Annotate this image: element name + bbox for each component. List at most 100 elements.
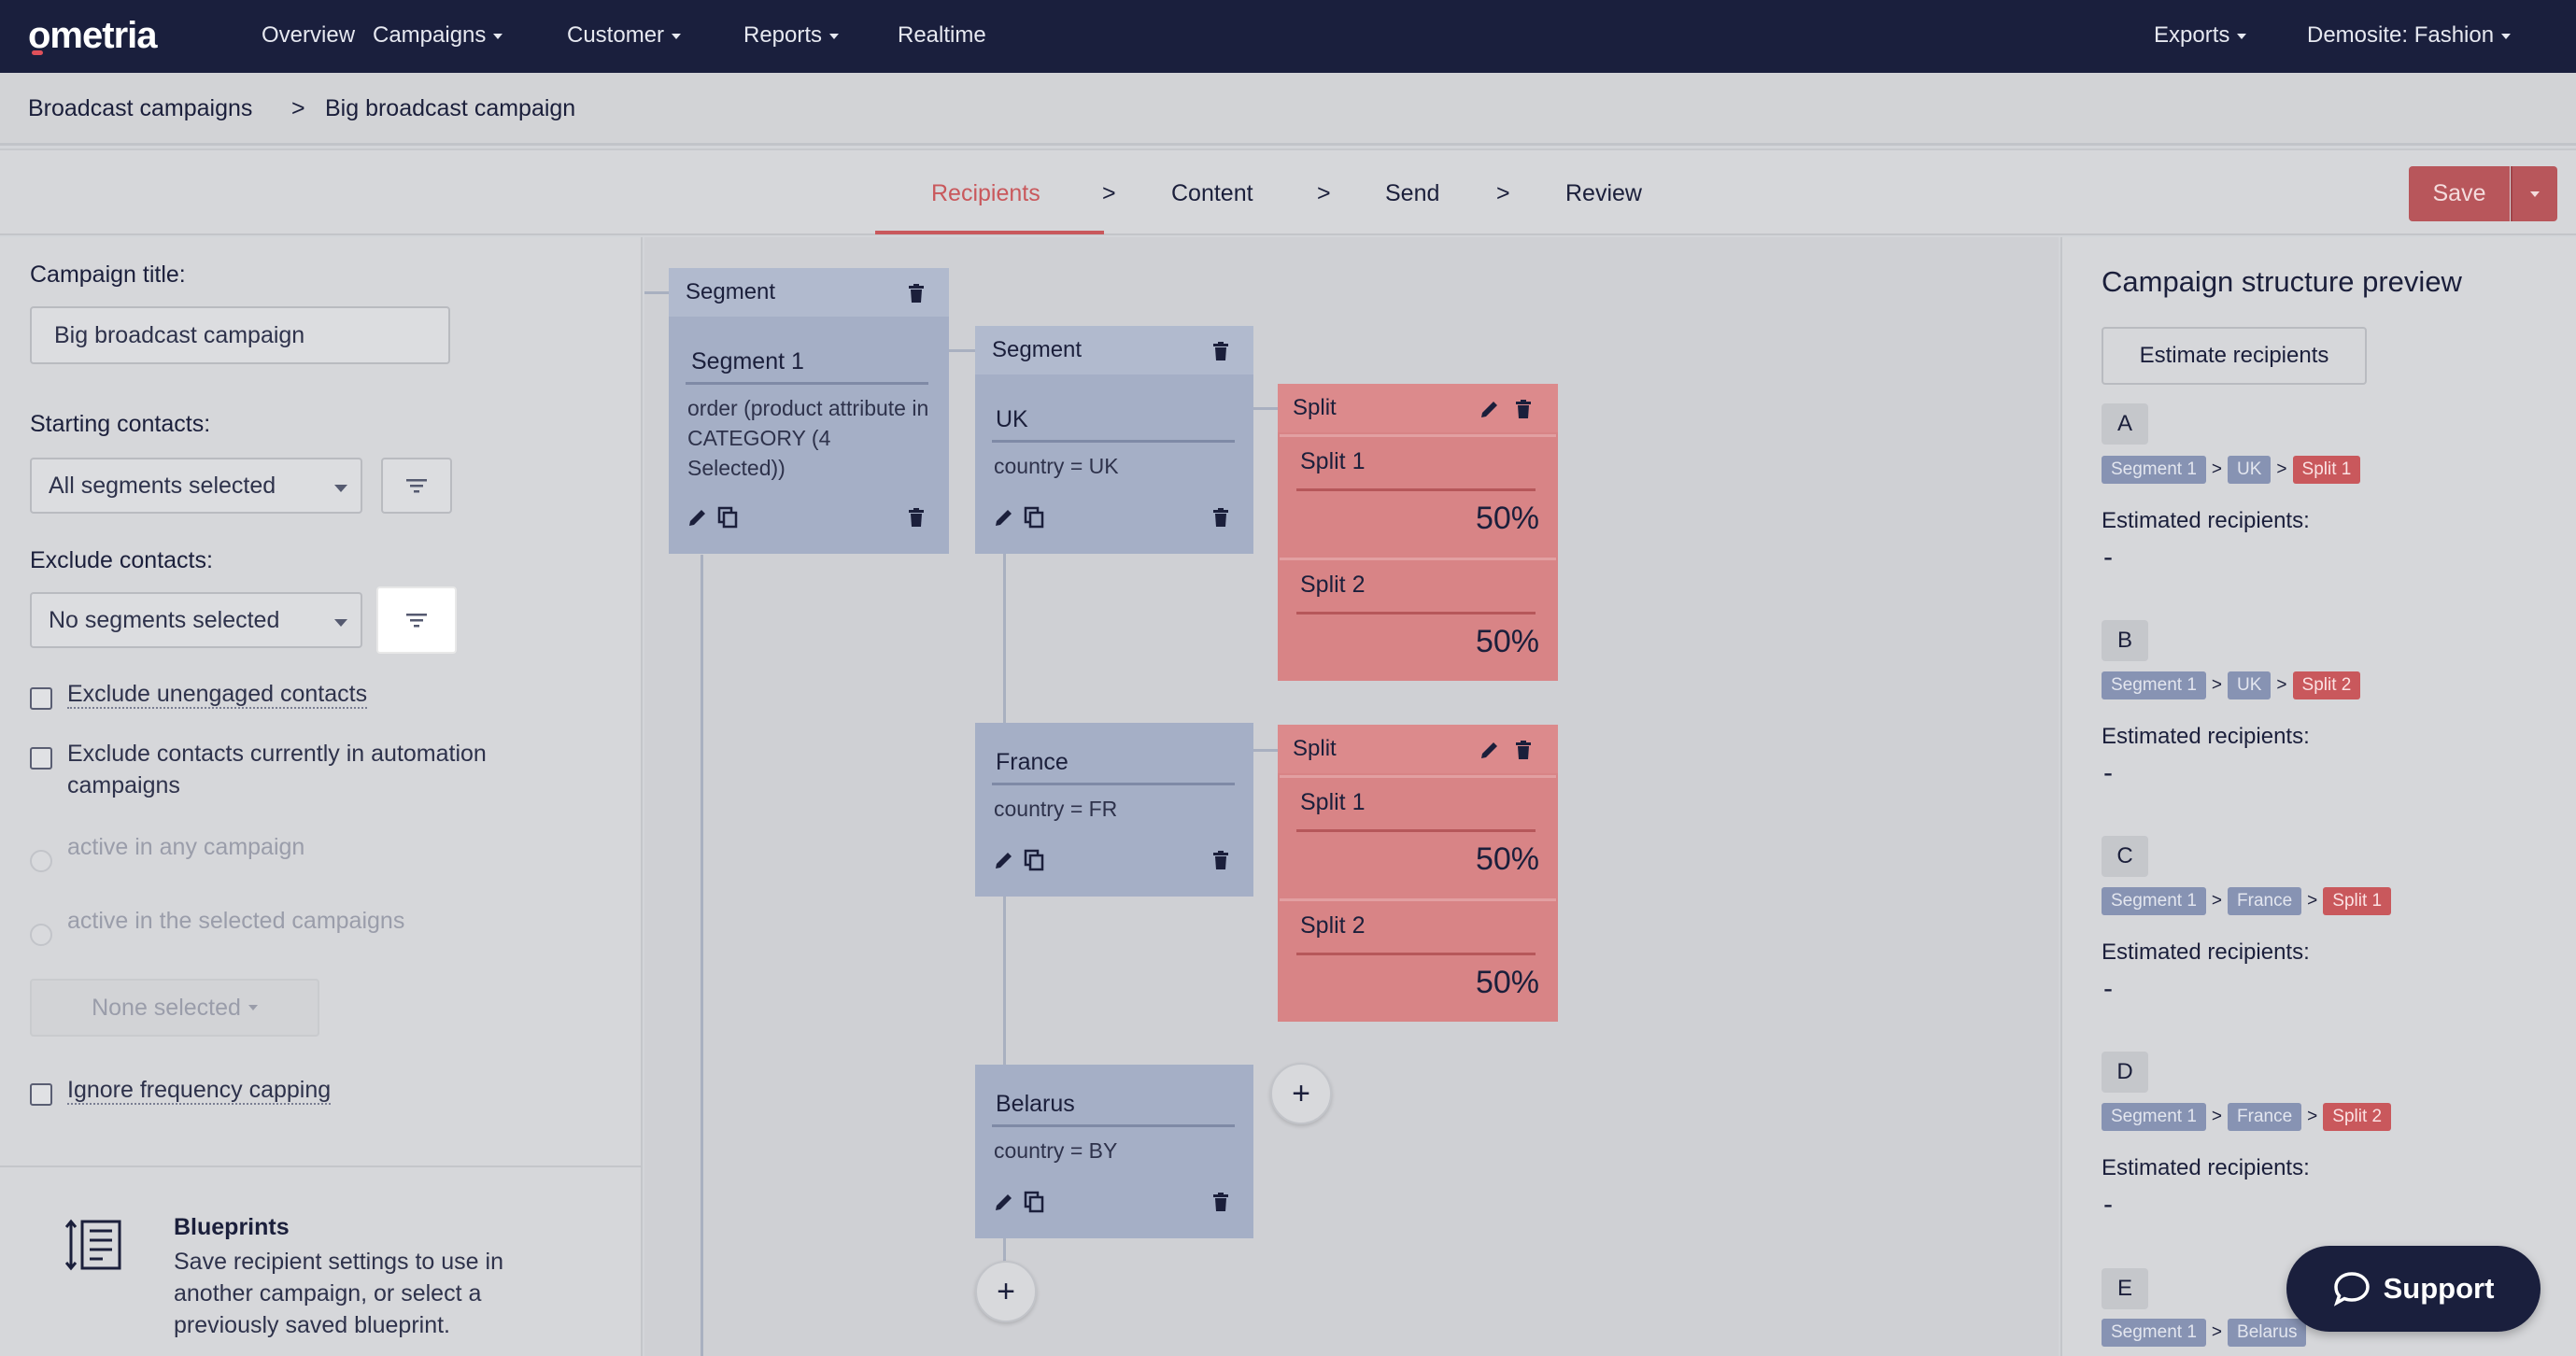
split-percent: 50% <box>1475 965 1539 1000</box>
copy-icon[interactable] <box>1024 849 1044 871</box>
add-segment-button[interactable]: + <box>975 1261 1037 1322</box>
ometria-logo[interactable]: ometria <box>28 15 157 57</box>
trash-icon[interactable] <box>1212 1193 1229 1211</box>
path-tag: Segment 1 <box>2102 671 2206 699</box>
nav-campaigns[interactable]: Campaigns <box>373 22 503 49</box>
trash-icon[interactable] <box>908 284 925 303</box>
split-item[interactable]: Split 2 50% <box>1280 558 1556 681</box>
campaign-title-input[interactable]: Big broadcast campaign <box>30 306 450 364</box>
wizard-steps: Recipients > Content > Send > Review Sav… <box>0 148 2576 235</box>
pencil-icon[interactable] <box>994 1192 1014 1212</box>
variant-label-c: C <box>2102 836 2148 877</box>
pencil-icon[interactable] <box>994 850 1014 870</box>
connector-line <box>644 291 669 294</box>
nav-site-selector[interactable]: Demosite: Fashion <box>2307 22 2512 49</box>
step-content[interactable]: Content <box>1171 180 1253 207</box>
step-review[interactable]: Review <box>1565 180 1642 207</box>
nav-exports[interactable]: Exports <box>2154 22 2247 49</box>
segment-title-underline <box>686 382 928 385</box>
trash-icon[interactable] <box>1212 508 1229 527</box>
segment-rule: order (product attribute in CATEGORY (4 … <box>687 396 929 480</box>
campaign-select-dropdown[interactable]: None selected <box>30 979 319 1037</box>
save-button[interactable]: Save <box>2409 166 2510 221</box>
exclude-contacts-select[interactable]: No segments selected <box>30 592 362 648</box>
trash-icon[interactable] <box>1515 741 1532 759</box>
segment-block-uk[interactable]: Segment UK country = UK <box>975 326 1253 554</box>
nav-overview[interactable]: Overview <box>262 22 355 49</box>
starting-contacts-select[interactable]: All segments selected <box>30 458 362 514</box>
split-name-underline <box>1296 612 1536 614</box>
exclude-automation-label[interactable]: Exclude contacts currently in automation… <box>67 738 590 801</box>
trash-icon[interactable] <box>1212 342 1229 360</box>
active-selected-campaigns-radio[interactable] <box>30 924 52 946</box>
segment-title-underline <box>992 783 1235 785</box>
chevron-down-icon <box>672 33 682 39</box>
copy-icon[interactable] <box>717 506 738 529</box>
ignore-frequency-capping-label[interactable]: Ignore frequency capping <box>67 1074 332 1106</box>
support-button[interactable]: Support <box>2286 1246 2541 1332</box>
estimate-recipients-button[interactable]: Estimate recipients <box>2102 327 2367 385</box>
breadcrumb-parent-link[interactable]: Broadcast campaigns <box>28 95 252 122</box>
copy-icon[interactable] <box>1024 506 1044 529</box>
root-segment-block[interactable]: Segment Segment 1 order (product attribu… <box>669 268 949 554</box>
split-item[interactable]: Split 1 50% <box>1280 434 1556 554</box>
variant-path-b: Segment 1 > UK > Split 2 <box>2102 671 2361 699</box>
save-options-dropdown[interactable] <box>2511 166 2557 221</box>
nav-reports[interactable]: Reports <box>743 22 840 49</box>
nav-realtime[interactable]: Realtime <box>898 22 986 49</box>
ignore-frequency-capping-checkbox[interactable] <box>30 1083 52 1106</box>
exclude-automation-checkbox[interactable] <box>30 747 52 770</box>
trash-icon[interactable] <box>1212 851 1229 869</box>
chevron-down-icon <box>493 33 503 39</box>
split-block-france[interactable]: Split Split 1 50% Split 2 50% <box>1278 725 1558 1022</box>
add-split-button[interactable]: + <box>1270 1063 1332 1124</box>
variant-label-d: D <box>2102 1052 2148 1093</box>
exclude-unengaged-checkbox[interactable] <box>30 687 52 710</box>
estimated-recipients-value: - <box>2103 757 2113 788</box>
starting-contacts-filter-button[interactable] <box>381 458 452 514</box>
step-recipients[interactable]: Recipients <box>931 180 1040 207</box>
pencil-icon[interactable] <box>687 507 708 528</box>
step-send[interactable]: Send <box>1385 180 1439 207</box>
segment-title: France <box>996 749 1069 775</box>
path-tag: Segment 1 <box>2102 1103 2206 1131</box>
variant-path-a: Segment 1 > UK > Split 1 <box>2102 456 2361 484</box>
exclude-contacts-label: Exclude contacts: <box>30 547 213 573</box>
exclude-contacts-filter-button[interactable] <box>376 586 457 654</box>
split-item[interactable]: Split 1 50% <box>1280 775 1556 895</box>
pencil-icon[interactable] <box>1479 399 1500 419</box>
path-tag: Segment 1 <box>2102 1319 2206 1347</box>
copy-icon[interactable] <box>1024 1191 1044 1213</box>
variant-label-b: B <box>2102 620 2148 661</box>
preview-title: Campaign structure preview <box>2102 265 2462 298</box>
segment-block-belarus[interactable]: Belarus country = BY <box>975 1065 1253 1238</box>
active-any-campaign-radio[interactable] <box>30 850 52 872</box>
active-any-campaign-label: active in any campaign <box>67 834 305 860</box>
active-selected-campaigns-label: active in the selected campaigns <box>67 908 405 934</box>
path-tag: UK <box>2228 671 2272 699</box>
filter-icon <box>406 479 427 493</box>
trash-icon[interactable] <box>908 508 925 527</box>
section-divider <box>0 1165 643 1167</box>
pencil-icon[interactable] <box>1479 740 1500 760</box>
campaign-structure-preview: Campaign structure preview Estimate reci… <box>2060 237 2576 1356</box>
chevron-down-icon <box>334 485 347 492</box>
pencil-icon[interactable] <box>994 507 1014 528</box>
support-label: Support <box>2383 1272 2495 1305</box>
variant-label-e: E <box>2102 1268 2148 1309</box>
split-block-uk[interactable]: Split Split 1 50% Split 2 50% <box>1278 384 1558 681</box>
nav-customer[interactable]: Customer <box>567 22 682 49</box>
segment-title: UK <box>996 406 1028 432</box>
variant-path-d: Segment 1 > France > Split 2 <box>2102 1103 2392 1131</box>
step-separator: > <box>1496 180 1510 206</box>
split-item[interactable]: Split 2 50% <box>1280 898 1556 1022</box>
exclude-unengaged-label[interactable]: Exclude unengaged contacts <box>67 678 368 710</box>
campaign-title-value: Big broadcast campaign <box>54 321 305 348</box>
connector-line <box>1253 407 1278 410</box>
split-name: Split 2 <box>1300 912 1366 939</box>
path-tag: Split 1 <box>2323 887 2392 915</box>
path-tag: Split 2 <box>2323 1103 2392 1131</box>
segment-block-france[interactable]: France country = FR <box>975 723 1253 897</box>
trash-icon[interactable] <box>1515 400 1532 418</box>
blueprints-title[interactable]: Blueprints <box>174 1214 290 1241</box>
